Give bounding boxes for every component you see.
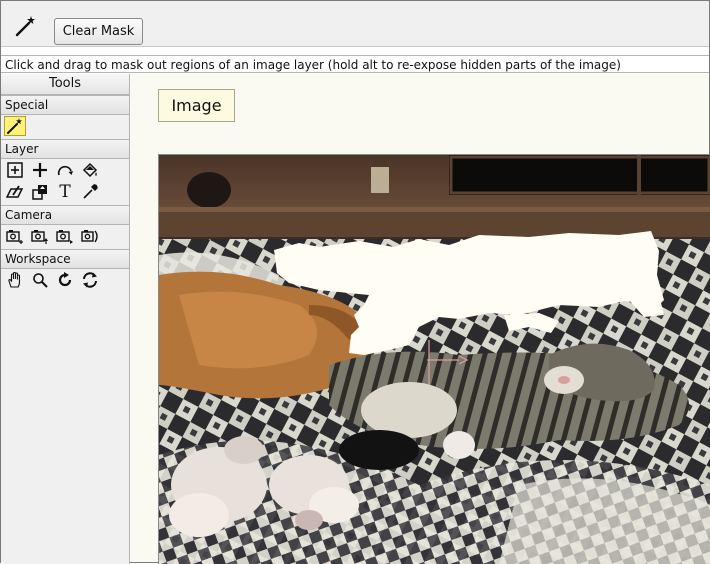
section-layer-header: Layer [1, 139, 129, 159]
cat-photo-image [159, 155, 710, 564]
move-icon[interactable] [29, 160, 51, 180]
app-window: Clear Mask Click and drag to mask out re… [0, 0, 710, 564]
status-text: Click and drag to mask out regions of an… [1, 55, 709, 73]
text-icon[interactable]: T [54, 182, 76, 202]
edit-layer-icon[interactable] [4, 182, 26, 202]
magic-wand-icon[interactable] [14, 14, 38, 38]
eyedropper-icon[interactable] [79, 182, 101, 202]
canvas-area[interactable]: Image [130, 74, 710, 564]
tools-panel: Tools Special Layer T Camera Workspace [1, 74, 130, 564]
camera-up-icon[interactable] [29, 226, 51, 246]
section-camera-header: Camera [1, 205, 129, 225]
zoom-icon[interactable] [29, 270, 51, 290]
rotate-icon[interactable] [54, 160, 76, 180]
clear-mask-button[interactable]: Clear Mask [54, 18, 143, 45]
add-layer-icon[interactable] [4, 160, 26, 180]
hand-icon[interactable] [4, 270, 26, 290]
camera-rotate-icon[interactable] [79, 226, 101, 246]
fill-icon[interactable] [79, 160, 101, 180]
camera-tools-row [1, 225, 129, 247]
camera-right-icon[interactable] [54, 226, 76, 246]
rotate-cw-icon[interactable] [54, 270, 76, 290]
section-workspace-header: Workspace [1, 249, 129, 269]
toolbar: Clear Mask [1, 1, 709, 47]
reset-view-icon[interactable] [79, 270, 101, 290]
special-tools-row [1, 115, 129, 137]
duplicate-icon[interactable] [29, 182, 51, 202]
camera-zoom-icon[interactable] [4, 226, 26, 246]
section-special-header: Special [1, 95, 129, 115]
image-layer-label[interactable]: Image [158, 89, 235, 122]
tools-panel-title: Tools [1, 74, 129, 95]
workspace-tools-row [1, 269, 129, 291]
layer-tools-row-1 [1, 159, 129, 181]
layer-tools-row-2: T [1, 181, 129, 203]
mask-wand-icon[interactable] [4, 116, 26, 136]
text-tool-glyph: T [59, 182, 71, 202]
image-layer-photo[interactable] [158, 154, 710, 564]
